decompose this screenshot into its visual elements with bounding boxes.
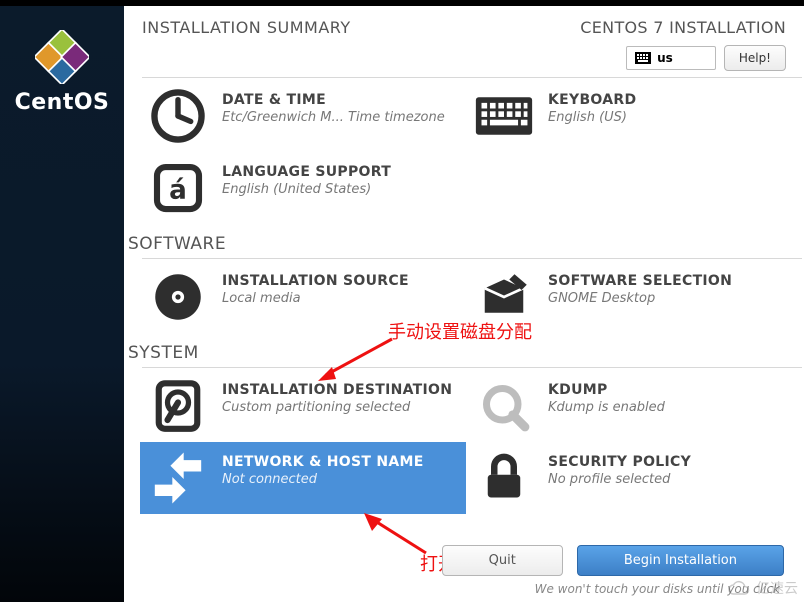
main-panel: INSTALLATION SUMMARY CENTOS 7 INSTALLATI… [124,6,804,602]
footer: Quit Begin Installation We won't touch y… [124,545,804,602]
spoke-language[interactable]: á LANGUAGE SUPPORT English (United States… [140,152,466,224]
spoke-datetime[interactable]: DATE & TIME Etc/Greenwich M... Time timez… [140,80,466,152]
spoke-sub: Kdump is enabled [548,400,665,415]
lock-icon [474,448,534,508]
spoke-sub: Not connected [222,472,424,487]
spoke-kdump[interactable]: KDUMP Kdump is enabled [466,370,792,442]
category-system: SYSTEM [124,333,792,363]
cloud-icon [726,578,750,598]
spoke-label: INSTALLATION DESTINATION [222,382,452,398]
divider [142,258,802,259]
clock-icon [148,86,208,146]
spoke-label: KEYBOARD [548,92,636,108]
spoke-sub: No profile selected [548,472,691,487]
product-name: CENTOS 7 INSTALLATION [580,18,786,37]
svg-text:á: á [169,176,187,206]
locale-code: us [657,51,673,65]
keyboard-layout-indicator[interactable]: us [626,46,716,70]
sidebar: CentOS [0,6,124,602]
footer-hint: We won't touch your disks until you clic… [124,582,788,596]
package-icon [474,267,534,327]
divider [142,77,802,78]
kdump-icon [474,376,534,436]
spoke-label: DATE & TIME [222,92,445,108]
spoke-label: LANGUAGE SUPPORT [222,164,391,180]
spoke-sub: Local media [222,291,409,306]
spoke-software-selection[interactable]: SOFTWARE SELECTION GNOME Desktop [466,261,792,333]
spoke-label: KDUMP [548,382,665,398]
network-icon [148,448,208,508]
disc-icon [148,267,208,327]
spoke-label: SOFTWARE SELECTION [548,273,732,289]
spoke-network[interactable]: NETWORK & HOST NAME Not connected [140,442,466,514]
keyboard-icon [635,52,651,64]
keyboard-icon [474,86,534,146]
spoke-security-policy[interactable]: SECURITY POLICY No profile selected [466,442,792,514]
spoke-sub: Custom partitioning selected [222,400,452,415]
language-icon: á [148,158,208,218]
spoke-installation-destination[interactable]: INSTALLATION DESTINATION Custom partition… [140,370,466,442]
spoke-sub: English (United States) [222,182,391,197]
category-software: SOFTWARE [124,224,792,254]
spoke-installation-source[interactable]: INSTALLATION SOURCE Local media [140,261,466,333]
begin-installation-button[interactable]: Begin Installation [577,545,784,576]
spoke-sub: Etc/Greenwich M... Time timezone [222,110,445,125]
spoke-label: NETWORK & HOST NAME [222,454,424,470]
brand-text: CentOS [15,90,110,115]
spoke-sub: GNOME Desktop [548,291,732,306]
harddisk-icon [148,376,208,436]
spoke-label: INSTALLATION SOURCE [222,273,409,289]
header: INSTALLATION SUMMARY CENTOS 7 INSTALLATI… [124,6,804,71]
spoke-keyboard[interactable]: KEYBOARD English (US) [466,80,792,152]
page-title: INSTALLATION SUMMARY [142,18,351,37]
divider [142,367,802,368]
spoke-label: SECURITY POLICY [548,454,691,470]
spoke-sub: English (US) [548,110,636,125]
centos-logo-icon [35,30,89,84]
watermark: 亿速云 [726,578,798,598]
help-button[interactable]: Help! [724,45,786,71]
quit-button[interactable]: Quit [442,545,563,576]
